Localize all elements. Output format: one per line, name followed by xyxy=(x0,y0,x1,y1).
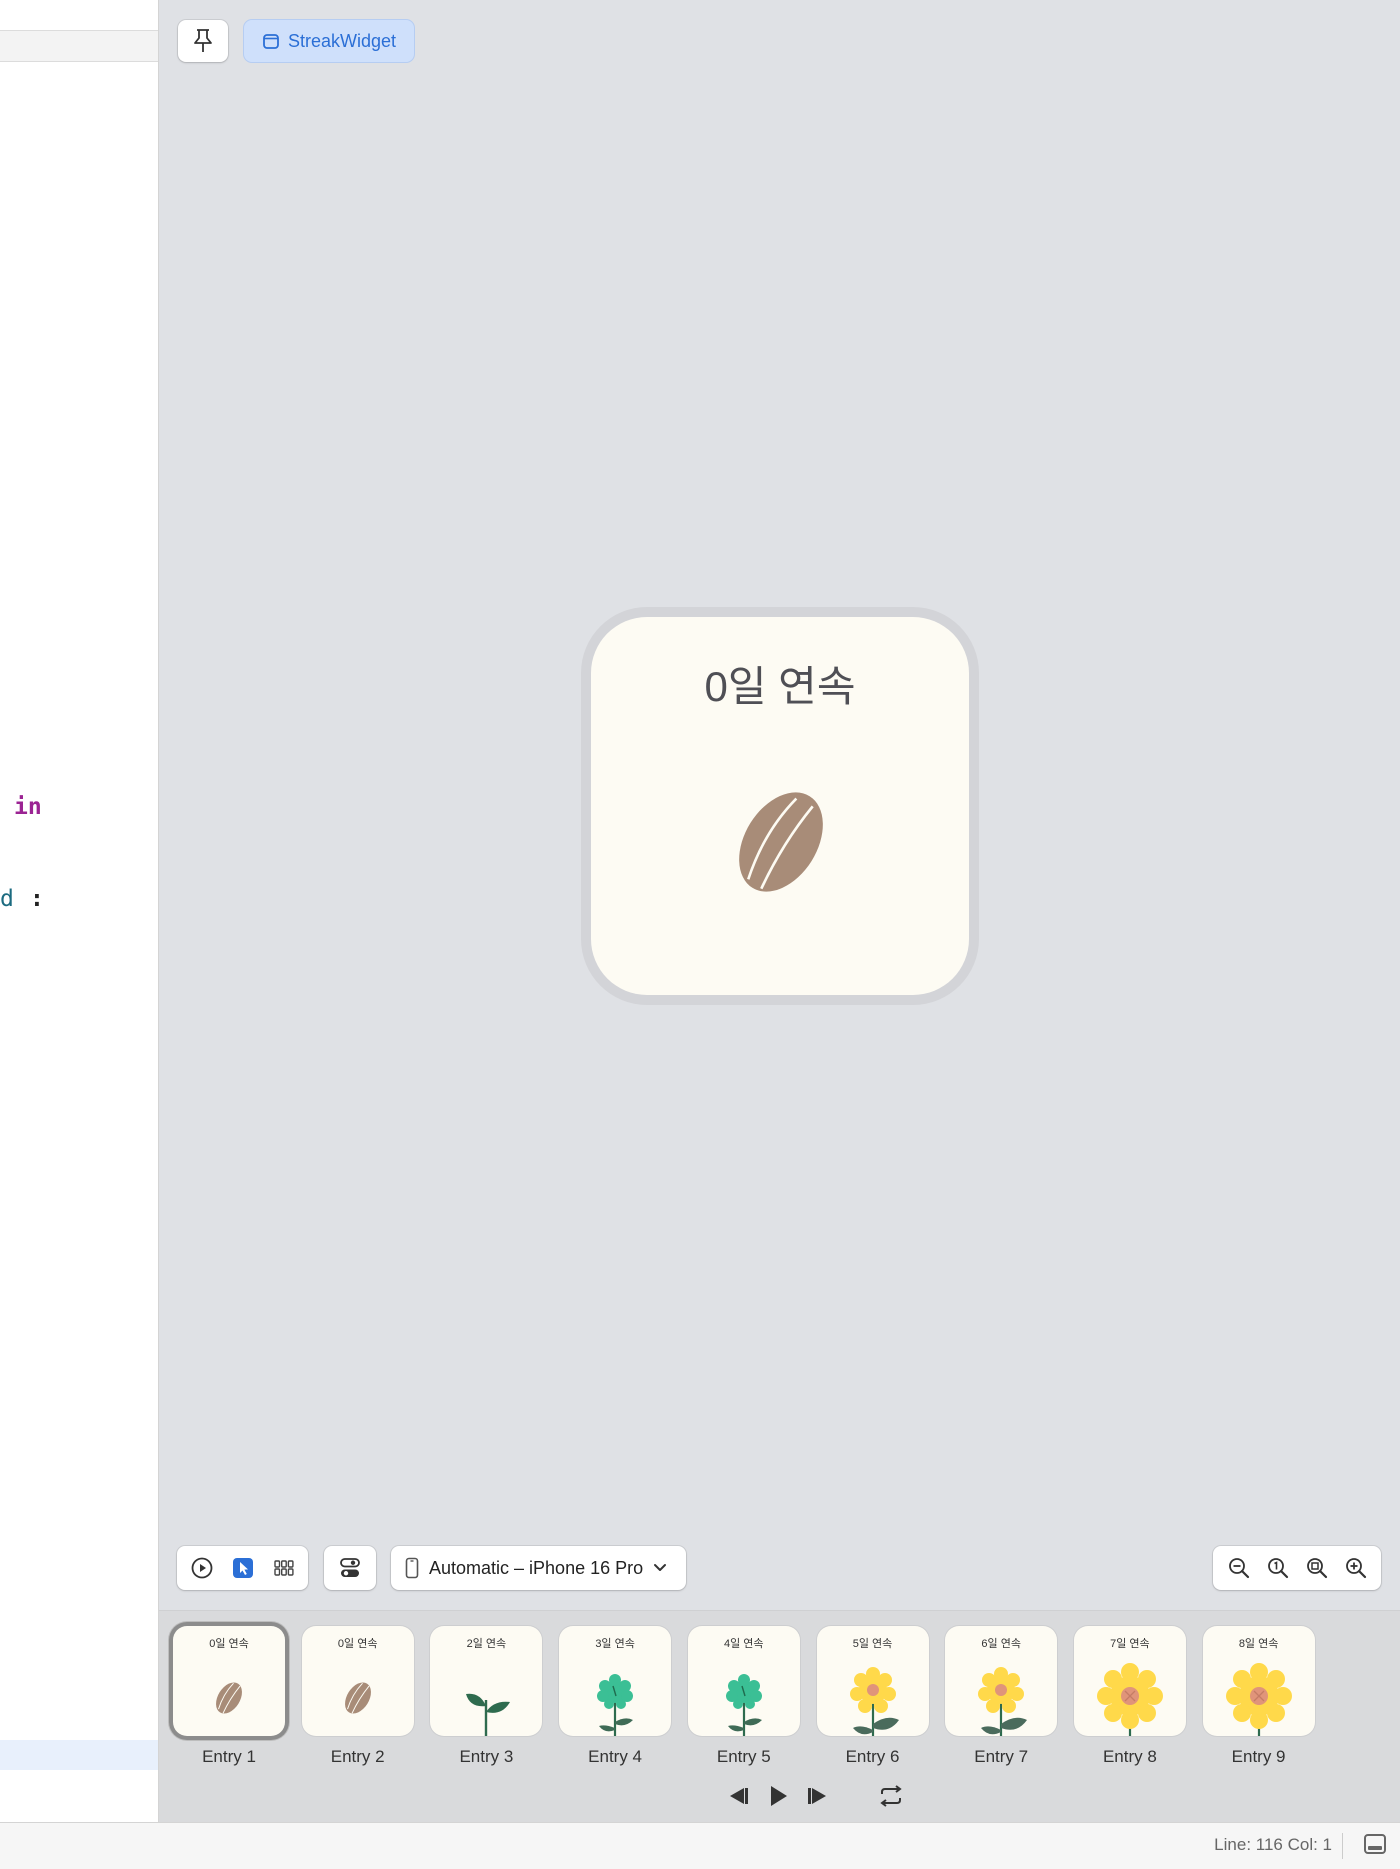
pin-icon xyxy=(194,29,212,52)
code-editor[interactable]: in d : xyxy=(0,0,159,1822)
widget-selector-chip[interactable]: StreakWidget xyxy=(244,20,414,62)
entry-label: Entry 6 xyxy=(845,1747,900,1766)
small-flower-icon xyxy=(978,1667,1028,1736)
entry-streak-title: 5일 연속 xyxy=(852,1638,893,1650)
widget-preview-frame: 0일 연속 xyxy=(581,607,979,1005)
code-colon: : xyxy=(30,886,44,912)
entry-thumbnail[interactable]: 0일 연속 xyxy=(301,1626,414,1736)
seed-icon xyxy=(344,1682,371,1714)
play-timeline-icon[interactable] xyxy=(766,1784,790,1808)
zoom-in-icon[interactable] xyxy=(1344,1556,1368,1580)
entry-thumbnail[interactable]: 3일 연속 xyxy=(559,1626,672,1736)
canvas-settings-button[interactable] xyxy=(324,1546,376,1590)
preview-mode-controls xyxy=(177,1546,308,1590)
cursor-position: Line: 116 Col: 1 xyxy=(1214,1835,1332,1854)
iphone-icon xyxy=(405,1557,419,1579)
status-bar: Line: 116 Col: 1 xyxy=(0,1822,1400,1869)
entry-streak-title: 0일 연속 xyxy=(337,1638,378,1650)
status-divider xyxy=(1342,1833,1343,1859)
timeline-entry[interactable]: 5일 연속 Entry 6 xyxy=(816,1626,929,1767)
variants-grid-icon[interactable] xyxy=(272,1556,296,1580)
sunflower-icon xyxy=(1225,1663,1292,1736)
entry-label: Entry 1 xyxy=(202,1747,256,1766)
entry-streak-title: 6일 연속 xyxy=(981,1638,1021,1650)
previous-entry-icon[interactable] xyxy=(724,1785,752,1807)
widget-chip-label: StreakWidget xyxy=(287,30,397,51)
entry-thumbnail[interactable]: 6일 연속 xyxy=(945,1626,1058,1736)
sunflower-icon xyxy=(1096,1663,1163,1736)
timeline-entry[interactable]: 0일 연속 Entry 2 xyxy=(301,1626,414,1767)
chevron-down-icon xyxy=(654,1564,667,1571)
selectable-mode-icon[interactable] xyxy=(231,1556,255,1580)
timeline-entry[interactable]: 8일 연속 Entry 9 xyxy=(1202,1626,1315,1767)
zoom-controls xyxy=(1213,1546,1381,1590)
timeline-entry[interactable]: 4일 연속 Entry 5 xyxy=(687,1626,800,1767)
device-selector[interactable]: Automatic – iPhone 16 Pro xyxy=(391,1546,686,1590)
widget-preview[interactable]: 0일 연속 xyxy=(591,617,969,995)
bud-icon xyxy=(597,1674,634,1736)
entry-label: Entry 8 xyxy=(1102,1747,1157,1766)
entry-streak-title: 3일 연속 xyxy=(595,1638,635,1650)
bud-icon xyxy=(725,1674,762,1736)
entry-streak-title: 2일 연속 xyxy=(466,1638,507,1650)
entry-label: Entry 2 xyxy=(330,1747,385,1766)
entry-label: Entry 7 xyxy=(974,1747,1029,1766)
sprout-icon xyxy=(466,1693,511,1736)
seed-icon xyxy=(216,1682,242,1714)
code-keyword-in: in xyxy=(14,794,42,820)
entry-streak-title: 4일 연속 xyxy=(724,1638,764,1650)
entry-label: Entry 4 xyxy=(588,1747,643,1766)
loop-icon[interactable] xyxy=(878,1785,904,1807)
entry-label: Entry 5 xyxy=(716,1747,771,1766)
pin-preview-button[interactable] xyxy=(178,20,228,62)
entry-streak-title: 8일 연속 xyxy=(1238,1638,1279,1650)
entry-label: Entry 3 xyxy=(459,1747,514,1766)
small-flower-icon xyxy=(849,1667,899,1736)
seed-icon xyxy=(739,792,823,892)
entry-thumbnail[interactable]: 8일 연속 xyxy=(1202,1626,1315,1736)
live-preview-play-icon[interactable] xyxy=(190,1556,214,1580)
entry-streak-title: 0일 연속 xyxy=(209,1638,249,1650)
zoom-actual-size-icon[interactable] xyxy=(1266,1556,1290,1580)
current-line-highlight xyxy=(0,1740,158,1770)
entry-thumbnail[interactable]: 2일 연속 xyxy=(430,1626,543,1736)
editor-header-bar xyxy=(0,30,158,62)
timeline-entry[interactable]: 2일 연속 Entry 3 xyxy=(430,1626,543,1767)
entry-thumbnail[interactable]: 0일 연속 xyxy=(173,1626,285,1736)
next-entry-icon[interactable] xyxy=(804,1785,832,1807)
entry-thumbnail[interactable]: 5일 연속 xyxy=(816,1626,929,1736)
code-identifier: d xyxy=(0,886,14,912)
timeline-entry[interactable]: 6일 연속 Entry 7 xyxy=(945,1626,1058,1767)
entry-streak-title: 7일 연속 xyxy=(1110,1638,1150,1650)
timeline-entry[interactable]: 0일 연속 Entry 1 xyxy=(173,1626,285,1767)
entry-thumbnail[interactable]: 4일 연속 xyxy=(687,1626,800,1736)
zoom-out-icon[interactable] xyxy=(1227,1556,1251,1580)
widget-streak-title: 0일 연속 xyxy=(704,663,856,710)
device-selector-label: Automatic – iPhone 16 Pro xyxy=(429,1557,644,1578)
toggle-debug-area-icon[interactable] xyxy=(1364,1834,1386,1854)
entry-thumbnail[interactable]: 7일 연속 xyxy=(1073,1626,1186,1736)
timeline-entry[interactable]: 3일 연속 Entry 4 xyxy=(559,1626,672,1767)
timeline-entry[interactable]: 7일 연속 Entry 8 xyxy=(1073,1626,1186,1767)
transport-controls xyxy=(724,1784,904,1808)
entry-label: Entry 9 xyxy=(1231,1747,1286,1766)
zoom-to-fit-icon[interactable] xyxy=(1305,1556,1329,1580)
toggle-settings-icon xyxy=(340,1558,360,1577)
widget-icon xyxy=(263,34,279,49)
